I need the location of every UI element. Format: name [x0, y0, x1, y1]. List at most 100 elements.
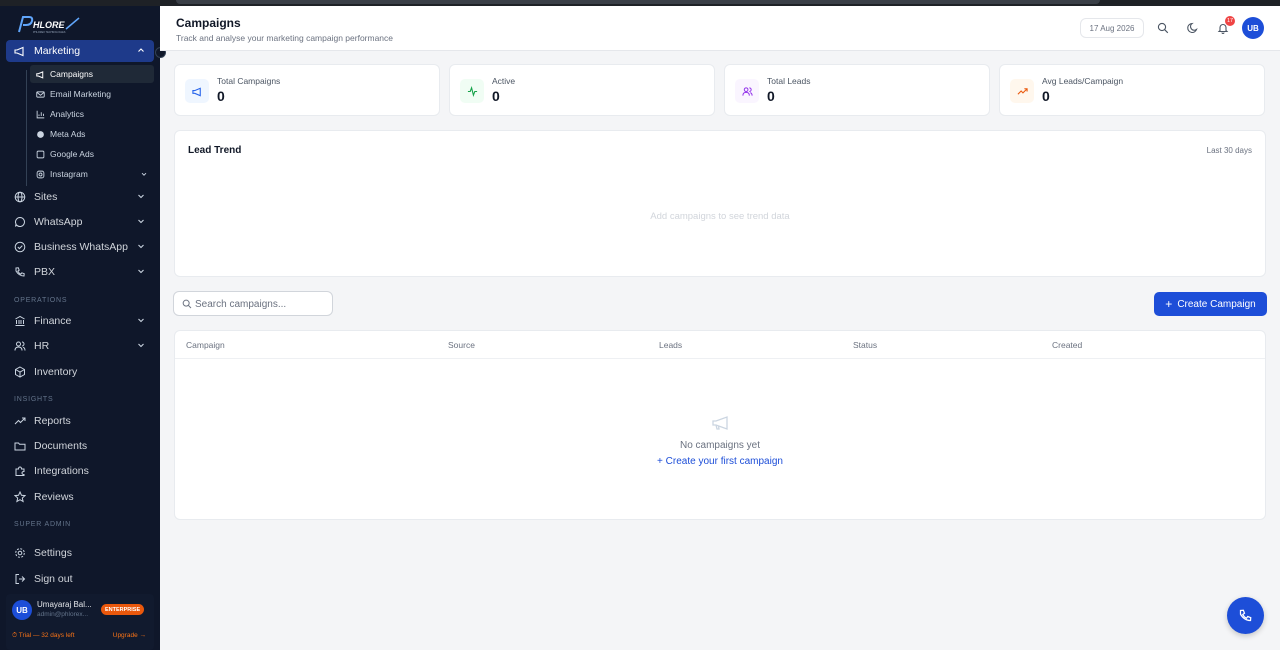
- megaphone-icon: [712, 416, 728, 430]
- activity-icon: [460, 79, 484, 103]
- logout-icon: [14, 573, 26, 585]
- sidebar-subitem-label: Email Marketing: [50, 89, 111, 99]
- users-icon: [735, 79, 759, 103]
- stat-label: Active: [492, 76, 516, 86]
- lead-trend-card: Lead Trend Last 30 days Add campaigns to…: [174, 130, 1266, 277]
- sidebar-item-label: Marketing: [34, 45, 81, 57]
- app-logo[interactable]: HLORE PHLOREX TECHNOLOGIES: [16, 14, 82, 36]
- sidebar-item-whatsapp[interactable]: WhatsApp: [6, 211, 154, 233]
- sidebar-subitem-email-marketing[interactable]: Email Marketing: [30, 85, 154, 103]
- user-name: Umayaraj Bal...: [37, 600, 92, 609]
- section-label-operations: OPERATIONS: [14, 297, 68, 304]
- avatar: UB: [12, 600, 32, 620]
- search-campaigns[interactable]: [173, 291, 333, 316]
- phone-icon: [1239, 609, 1252, 622]
- square-icon: [36, 150, 45, 159]
- sidebar-subitem-google-ads[interactable]: Google Ads: [30, 145, 154, 163]
- sidebar-subitem-meta-ads[interactable]: Meta Ads: [30, 125, 154, 143]
- sidebar-subitem-label: Google Ads: [50, 149, 94, 159]
- stat-value: 0: [492, 88, 500, 104]
- stat-label: Total Campaigns: [217, 76, 281, 86]
- create-campaign-label: Create Campaign: [1177, 298, 1256, 310]
- sidebar-item-sign-out[interactable]: Sign out: [6, 568, 154, 590]
- sidebar-item-hr[interactable]: HR: [6, 335, 154, 357]
- stat-card-total-leads: Total Leads 0: [724, 64, 990, 116]
- sidebar-item-label: WhatsApp: [34, 216, 83, 228]
- trend-icon: [14, 415, 26, 427]
- sidebar-item-documents[interactable]: Documents: [6, 435, 154, 457]
- column-header-campaign[interactable]: Campaign: [186, 340, 225, 350]
- upgrade-link[interactable]: Upgrade →: [113, 632, 146, 639]
- stat-value: 0: [217, 88, 225, 104]
- circle-icon: [36, 130, 45, 139]
- sidebar-item-integrations[interactable]: Integrations: [6, 460, 154, 482]
- sidebar-item-pbx[interactable]: PBX: [6, 261, 154, 283]
- create-campaign-button[interactable]: + Create Campaign: [1154, 292, 1267, 316]
- phone-icon: [14, 266, 26, 278]
- stat-value: 0: [1042, 88, 1050, 104]
- lead-trend-empty-message: Add campaigns to see trend data: [650, 211, 790, 222]
- column-header-leads[interactable]: Leads: [659, 340, 682, 350]
- search-icon: [182, 299, 192, 309]
- sidebar-subitem-analytics[interactable]: Analytics: [30, 105, 154, 123]
- sidebar-item-reports[interactable]: Reports: [6, 410, 154, 432]
- sidebar-item-settings[interactable]: Settings: [6, 542, 154, 564]
- sidebar-item-reviews[interactable]: Reviews: [6, 486, 154, 508]
- column-header-source[interactable]: Source: [448, 340, 475, 350]
- chevron-down-icon: [138, 343, 144, 348]
- sidebar-item-label: Sites: [34, 191, 58, 203]
- sidebar-item-inventory[interactable]: Inventory: [6, 361, 154, 383]
- chevron-down-icon: [138, 269, 144, 274]
- call-fab-button[interactable]: [1227, 597, 1264, 634]
- megaphone-icon: [14, 45, 26, 57]
- gear-icon: [14, 547, 26, 559]
- globe-icon: [14, 191, 26, 203]
- chat-icon: [14, 216, 26, 228]
- sidebar-item-label: PBX: [34, 266, 56, 278]
- sidebar-item-label: Sign out: [34, 573, 73, 585]
- avatar[interactable]: UB: [1242, 17, 1264, 39]
- megaphone-icon: [36, 70, 45, 79]
- section-label-insights: INSIGHTS: [14, 396, 54, 403]
- sidebar-item-marketing[interactable]: Marketing: [6, 40, 154, 62]
- chevron-down-icon: [138, 194, 144, 199]
- user-email: admin@phlorex...: [37, 611, 89, 618]
- lead-trend-title: Lead Trend: [188, 145, 242, 156]
- sidebar-item-sites[interactable]: Sites: [6, 186, 154, 208]
- sidebar: HLORE PHLOREX TECHNOLOGIES Marketing Cam…: [0, 6, 160, 650]
- chevron-down-icon: [138, 318, 144, 323]
- sidebar-subitem-campaigns[interactable]: Campaigns: [30, 65, 154, 83]
- stat-value: 0: [767, 88, 775, 104]
- sidebar-item-label: Business WhatsApp: [34, 241, 128, 253]
- plus-icon: +: [1165, 297, 1173, 311]
- sidebar-item-finance[interactable]: Finance: [6, 310, 154, 332]
- sidebar-subitem-instagram[interactable]: Instagram: [30, 165, 154, 183]
- moon-icon[interactable]: [1187, 22, 1199, 34]
- column-header-status[interactable]: Status: [853, 340, 877, 350]
- stat-card-avg-leads: Avg Leads/Campaign 0: [999, 64, 1265, 116]
- section-label-super-admin: SUPER ADMIN: [14, 521, 72, 528]
- box-icon: [14, 366, 26, 378]
- chevron-down-icon: [138, 244, 144, 249]
- column-header-created[interactable]: Created: [1052, 340, 1082, 350]
- folder-icon: [14, 440, 26, 452]
- wallet-icon: [14, 315, 26, 327]
- sidebar-subitem-label: Campaigns: [50, 69, 93, 79]
- page-title: Campaigns: [176, 16, 241, 30]
- star-icon: [14, 491, 26, 503]
- sidebar-item-label: Finance: [34, 315, 72, 327]
- empty-state-text: No campaigns yet: [679, 440, 761, 451]
- puzzle-icon: [14, 465, 26, 477]
- date-display: 17 Aug 2026: [1080, 18, 1144, 38]
- stat-card-total-campaigns: Total Campaigns 0: [174, 64, 440, 116]
- sidebar-item-label: Integrations: [34, 465, 89, 477]
- svg-text:HLORE: HLORE: [33, 20, 65, 30]
- sidebar-item-business-whatsapp[interactable]: Business WhatsApp: [6, 236, 154, 258]
- submenu-rail: [26, 70, 27, 186]
- create-first-campaign-link[interactable]: + Create your first campaign: [175, 456, 1265, 467]
- user-card[interactable]: UB Umayaraj Bal... admin@phlorex... ENTE…: [6, 594, 154, 650]
- search-icon[interactable]: [1157, 22, 1169, 34]
- sidebar-item-label: Reviews: [34, 491, 74, 503]
- search-input[interactable]: [195, 296, 327, 312]
- users-icon: [14, 340, 26, 352]
